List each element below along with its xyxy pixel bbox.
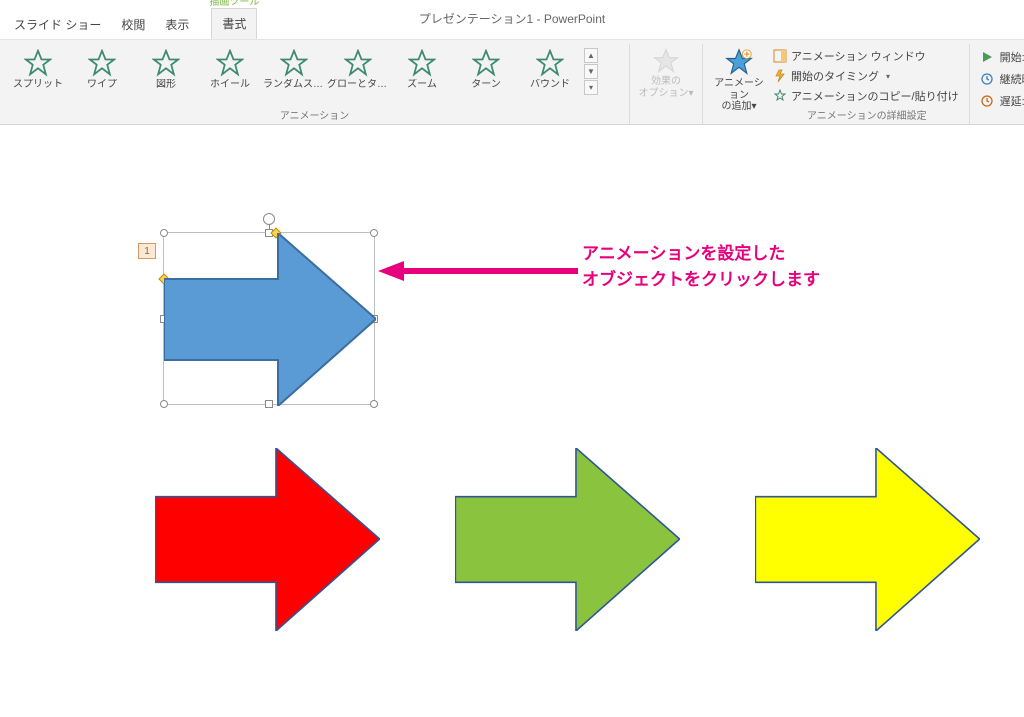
annotation-arrow — [378, 259, 578, 283]
animation-painter-label: アニメーションのコピー/貼り付け — [791, 88, 959, 104]
anim-effect-label: ランダムスト… — [263, 79, 325, 90]
star-icon — [152, 49, 180, 77]
add-animation-label1: アニメーション — [714, 78, 764, 101]
timing-delay-label: 遅延: — [1000, 93, 1024, 109]
effect-options-label1: 効果の — [651, 76, 681, 87]
timing-start-label: 開始: — [1000, 49, 1024, 65]
trigger-label: 開始のタイミング — [791, 68, 879, 84]
anim-effect-label: ホイール — [210, 79, 250, 90]
ribbon-group-label: アニメーションの詳細設定 — [771, 105, 963, 122]
add-animation-button[interactable]: アニメーションの追加▾ — [709, 44, 769, 122]
animation-pane-button[interactable]: アニメーション ウィンドウ — [773, 48, 959, 64]
shape-green-arrow[interactable] — [455, 448, 680, 631]
rotate-handle[interactable] — [263, 213, 275, 225]
contextual-tab-group: 描画ツール 書式 — [199, 0, 269, 39]
menu-bar: スライド ショー 校閲 表示 描画ツール 書式 プレゼンテーション1 - Pow… — [0, 0, 1024, 40]
contextual-tab-group-label: 描画ツール — [199, 0, 269, 8]
star-icon — [408, 49, 436, 77]
anim-effect-label: スプリット — [13, 79, 63, 90]
tab-format[interactable]: 書式 — [211, 8, 257, 39]
star-icon — [472, 49, 500, 77]
lightning-icon — [773, 69, 787, 83]
star-plus-icon — [725, 48, 753, 76]
ribbon-group-effect-options: 効果のオプション▾ — [630, 44, 703, 124]
gallery-scroll: ▲ ▼ ▾ — [584, 48, 598, 95]
gallery-scroll-down-button[interactable]: ▼ — [584, 64, 598, 79]
star-icon — [653, 48, 679, 74]
ribbon-group-label — [636, 120, 696, 122]
star-icon — [344, 49, 372, 77]
star-icon — [24, 49, 52, 77]
play-icon — [980, 50, 994, 64]
star-icon — [88, 49, 116, 77]
ribbon-group-timing: 開始: クリック時▾ 継続時間: 遅延: タイミング — [970, 44, 1024, 124]
anim-effect-growturn[interactable]: グローとターン — [326, 46, 390, 93]
anim-effect-wheel[interactable]: ホイール — [198, 46, 262, 93]
anim-effect-randomstripes[interactable]: ランダムスト… — [262, 46, 326, 93]
anim-effect-zoom[interactable]: ズーム — [390, 46, 454, 93]
anim-effect-turn[interactable]: ターン — [454, 46, 518, 93]
annotation-text-l1: アニメーションを設定した — [582, 244, 785, 263]
add-animation-label2: の追加 — [721, 101, 751, 112]
anim-effect-shape[interactable]: 図形 — [134, 46, 198, 93]
shape-blue-arrow[interactable] — [164, 233, 376, 406]
anim-effect-label: ターン — [471, 79, 501, 90]
paintbrush-star-icon — [773, 89, 787, 103]
pane-icon — [773, 49, 787, 63]
ribbon-group-advanced-animation: アニメーションの追加▾ アニメーション ウィンドウ 開始のタイミング アニメーシ… — [703, 44, 970, 124]
ribbon-group-label: アニメーション — [6, 105, 623, 122]
animation-pane-label: アニメーション ウィンドウ — [791, 48, 926, 64]
slide-canvas[interactable]: 1 アニメーションを設定した オブジェクトをクリックします — [0, 125, 1024, 717]
effect-options-label2: オプション — [638, 88, 688, 99]
star-icon — [280, 49, 308, 77]
anim-effect-label: ワイプ — [87, 79, 117, 90]
gallery-expand-button[interactable]: ▾ — [584, 80, 598, 95]
shape-red-arrow[interactable] — [155, 448, 380, 631]
tab-review[interactable]: 校閲 — [111, 10, 155, 39]
trigger-button[interactable]: 開始のタイミング — [773, 68, 959, 84]
animation-painter-button[interactable]: アニメーションのコピー/貼り付け — [773, 88, 959, 104]
annotation-text: アニメーションを設定した オブジェクトをクリックします — [582, 241, 820, 294]
anim-effect-label: バウンド — [530, 79, 570, 90]
timing-duration-label: 継続時間: — [1000, 71, 1024, 87]
tab-view[interactable]: 表示 — [155, 10, 199, 39]
anim-effect-split[interactable]: スプリット — [6, 46, 70, 93]
star-icon — [536, 49, 564, 77]
anim-effect-wipe[interactable]: ワイプ — [70, 46, 134, 93]
effect-options-button: 効果のオプション▾ — [636, 44, 696, 101]
anim-effect-label: グローとターン — [327, 79, 389, 90]
anim-effect-label: 図形 — [156, 79, 176, 90]
delay-clock-icon — [980, 94, 994, 108]
ribbon-group-animation-gallery: スプリット ワイプ 図形 ホイール ランダムスト… グローとターン — [0, 44, 630, 124]
anim-effect-bounce[interactable]: バウンド — [518, 46, 582, 93]
shape-selection[interactable] — [163, 232, 375, 405]
tab-slideshow[interactable]: スライド ショー — [4, 10, 111, 39]
animation-order-tag[interactable]: 1 — [138, 243, 156, 259]
animation-gallery[interactable]: スプリット ワイプ 図形 ホイール ランダムスト… グローとターン — [6, 44, 623, 105]
gallery-scroll-up-button[interactable]: ▲ — [584, 48, 598, 63]
shape-yellow-arrow[interactable] — [755, 448, 980, 631]
star-icon — [216, 49, 244, 77]
window-title: プレゼンテーション1 - PowerPoint — [419, 10, 605, 27]
annotation-text-l2: オブジェクトをクリックします — [582, 270, 820, 289]
ribbon: スプリット ワイプ 図形 ホイール ランダムスト… グローとターン — [0, 40, 1024, 125]
anim-effect-label: ズーム — [407, 79, 437, 90]
clock-icon — [980, 72, 994, 86]
